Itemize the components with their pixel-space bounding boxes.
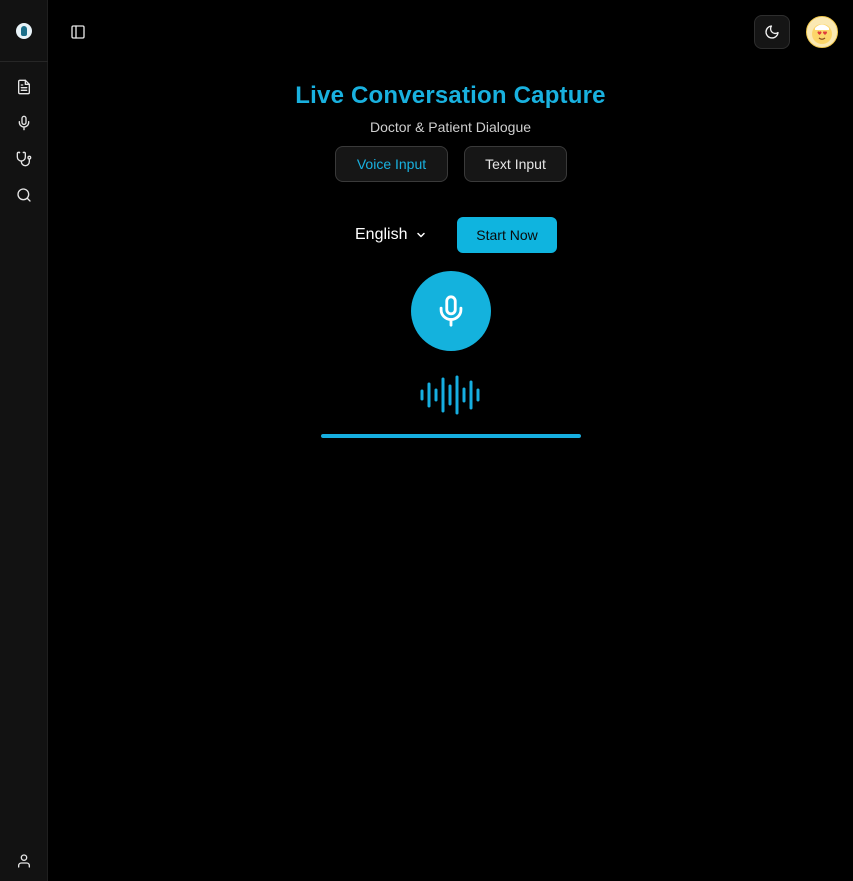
file-text-icon [18,79,30,95]
app-logo[interactable] [0,0,48,62]
avatar-emoji-icon [807,17,837,47]
page-subtitle: Doctor & Patient Dialogue [369,119,532,135]
sidebar-item-voice[interactable] [12,111,36,135]
search-icon [17,188,31,202]
sidebar [0,0,48,881]
recording-level-fill [321,434,581,438]
start-now-button[interactable]: Start Now [457,217,557,253]
audio-waveform-icon [420,375,480,415]
record-button[interactable] [411,271,491,351]
chevron-down-icon [417,232,426,238]
microphone-icon [439,295,463,327]
moon-icon [765,25,779,39]
microphone-icon [18,115,30,131]
theme-toggle-button[interactable] [754,15,790,49]
tab-text-input[interactable]: Text Input [464,146,567,182]
sidebar-item-profile[interactable] [12,849,36,873]
avatar[interactable] [806,16,838,48]
tab-voice-input[interactable]: Voice Input [335,146,448,182]
page-title: Live Conversation Capture [295,82,606,109]
sidebar-item-search[interactable] [12,183,36,207]
recording-level-bar [321,434,581,438]
sidebar-toggle-button[interactable] [66,20,90,44]
language-select[interactable]: English [355,224,427,246]
user-icon [18,854,30,868]
sidebar-item-clinical[interactable] [12,147,36,171]
language-select-value: English [355,226,408,243]
logo-icon [16,22,32,39]
sidebar-item-documents[interactable] [12,75,36,99]
sidebar-toggle-icon [71,25,85,39]
stethoscope-icon [16,151,32,167]
